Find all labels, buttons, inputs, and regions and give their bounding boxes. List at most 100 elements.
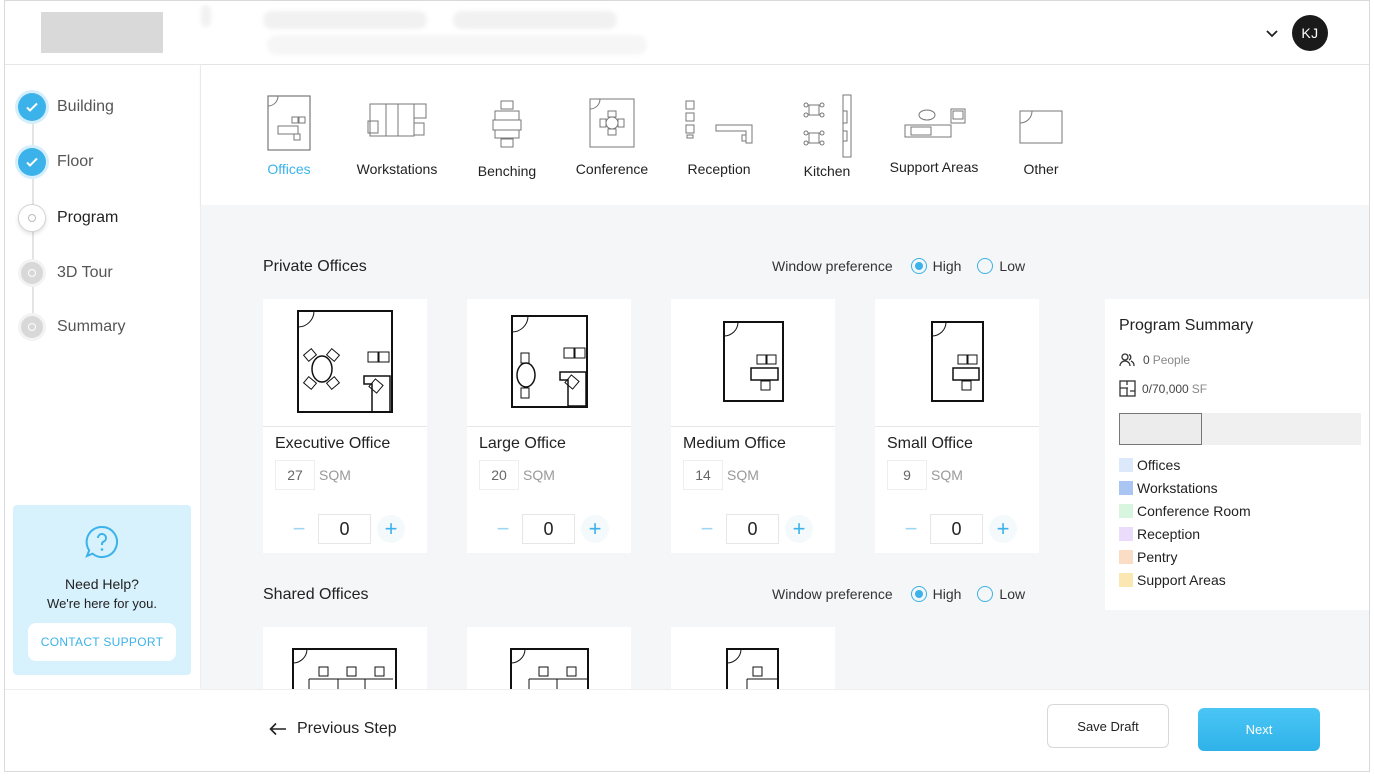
summary-title: Program Summary	[1119, 317, 1254, 334]
other-icon	[1019, 110, 1063, 144]
office-plan-image	[292, 648, 397, 689]
category-label: Other	[1023, 161, 1059, 177]
radio-high[interactable]	[910, 258, 927, 274]
step-label: 3D Tour	[57, 264, 113, 281]
office-name: Medium Office	[683, 435, 786, 452]
category-conference[interactable]: Conference	[569, 97, 655, 177]
radio-low[interactable]	[977, 586, 994, 602]
support-areas-icon	[904, 108, 966, 138]
arrow-left-icon	[269, 722, 286, 736]
decrement-button[interactable]: −	[489, 515, 517, 543]
blurred-element	[263, 11, 427, 29]
office-name: Executive Office	[275, 435, 391, 452]
chevron-down-icon[interactable]	[1262, 23, 1282, 43]
legend-item: Offices	[1119, 457, 1180, 473]
avatar[interactable]: KJ	[1292, 15, 1328, 51]
area-unit: SQM	[319, 467, 351, 483]
category-label: Offices	[267, 161, 311, 177]
legend-label: Conference Room	[1137, 503, 1251, 519]
footer-bar: Previous Step Save Draft Next	[5, 689, 1369, 771]
step-label: Floor	[57, 153, 94, 170]
shared-offices-title: Shared Offices	[263, 586, 369, 603]
blurred-element	[267, 35, 647, 55]
radio-low-label: Low	[999, 258, 1026, 274]
area-progress-bar	[1119, 413, 1361, 445]
conference-icon	[589, 98, 635, 148]
sidebar: Building Floor Program 3D Tour Summary N…	[5, 65, 201, 689]
shared-office-card[interactable]	[263, 627, 427, 689]
office-card[interactable]: Small Office 9 SQM − 0 +	[875, 299, 1039, 553]
decrement-button[interactable]: −	[693, 515, 721, 543]
category-reception[interactable]: Reception	[677, 99, 761, 177]
benching-icon	[492, 100, 522, 148]
office-card[interactable]: Executive Office 27 SQM − 0 +	[263, 299, 427, 553]
shared-office-card[interactable]	[671, 627, 835, 689]
quantity-field[interactable]: 0	[930, 514, 983, 544]
step-building[interactable]: Building	[18, 92, 114, 122]
legend-label: Pentry	[1137, 549, 1178, 565]
category-label: Workstations	[356, 161, 438, 177]
area-progress-fill	[1119, 413, 1202, 445]
workstations-icon	[367, 103, 427, 137]
main-content: Private Offices Window preference High L…	[201, 205, 1369, 689]
step-summary[interactable]: Summary	[18, 312, 125, 342]
save-draft-button[interactable]: Save Draft	[1047, 704, 1169, 748]
radio-low[interactable]	[977, 258, 994, 274]
category-support-areas[interactable]: Support Areas	[879, 107, 989, 175]
help-subtitle: We're here for you.	[47, 596, 157, 611]
top-header: KJ	[5, 1, 1369, 65]
increment-button[interactable]: +	[785, 515, 813, 543]
office-name: Small Office	[887, 435, 973, 452]
private-offices-title: Private Offices	[263, 258, 367, 275]
office-plan-image	[467, 299, 631, 427]
category-offices[interactable]: Offices	[253, 93, 325, 177]
office-card[interactable]: Medium Office 14 SQM − 0 +	[671, 299, 835, 553]
check-icon	[18, 93, 46, 121]
decrement-button[interactable]: −	[285, 515, 313, 543]
offices-icon	[267, 95, 311, 151]
quantity-field[interactable]: 0	[318, 514, 371, 544]
area-unit: SQM	[931, 467, 963, 483]
step-label: Building	[57, 98, 114, 115]
blurred-element	[201, 5, 211, 27]
people-row: 0 People	[1119, 353, 1190, 367]
category-label: Reception	[687, 161, 751, 177]
legend-label: Workstations	[1137, 480, 1218, 496]
area-unit: SF	[1191, 381, 1208, 396]
category-label: Conference	[575, 161, 649, 177]
increment-button[interactable]: +	[581, 515, 609, 543]
step-program[interactable]: Program	[18, 203, 118, 233]
office-card[interactable]: Large Office 20 SQM − 0 +	[467, 299, 631, 553]
contact-support-button[interactable]: CONTACT SUPPORT	[28, 623, 176, 661]
previous-step-label: Previous Step	[297, 720, 397, 737]
increment-button[interactable]: +	[377, 515, 405, 543]
legend-label: Support Areas	[1137, 572, 1226, 588]
quantity-field[interactable]: 0	[522, 514, 575, 544]
category-benching[interactable]: Benching	[467, 99, 547, 179]
step-3d-tour[interactable]: 3D Tour	[18, 258, 113, 288]
blurred-element	[453, 11, 617, 29]
shared-office-card[interactable]	[467, 627, 631, 689]
kitchen-icon	[803, 94, 852, 158]
help-panel: Need Help? We're here for you. CONTACT S…	[13, 505, 191, 675]
legend-swatch	[1119, 573, 1133, 587]
step-floor[interactable]: Floor	[18, 147, 93, 177]
category-kitchen[interactable]: Kitchen	[793, 93, 861, 179]
previous-step-button[interactable]: Previous Step	[269, 720, 397, 738]
increment-button[interactable]: +	[989, 515, 1017, 543]
question-chat-icon	[85, 525, 118, 558]
logo-placeholder	[41, 12, 163, 53]
category-other[interactable]: Other	[1001, 107, 1081, 177]
radio-high[interactable]	[910, 586, 927, 602]
area-value: 20	[479, 460, 519, 490]
floorplan-icon	[1119, 380, 1136, 397]
category-workstations[interactable]: Workstations	[349, 101, 445, 177]
next-button[interactable]: Next	[1198, 708, 1320, 751]
legend-item: Pentry	[1119, 549, 1177, 565]
quantity-field[interactable]: 0	[726, 514, 779, 544]
area-unit: SQM	[727, 467, 759, 483]
decrement-button[interactable]: −	[897, 515, 925, 543]
area-unit: SQM	[523, 467, 555, 483]
legend-label: Offices	[1137, 457, 1181, 473]
legend-item: Workstations	[1119, 480, 1218, 496]
